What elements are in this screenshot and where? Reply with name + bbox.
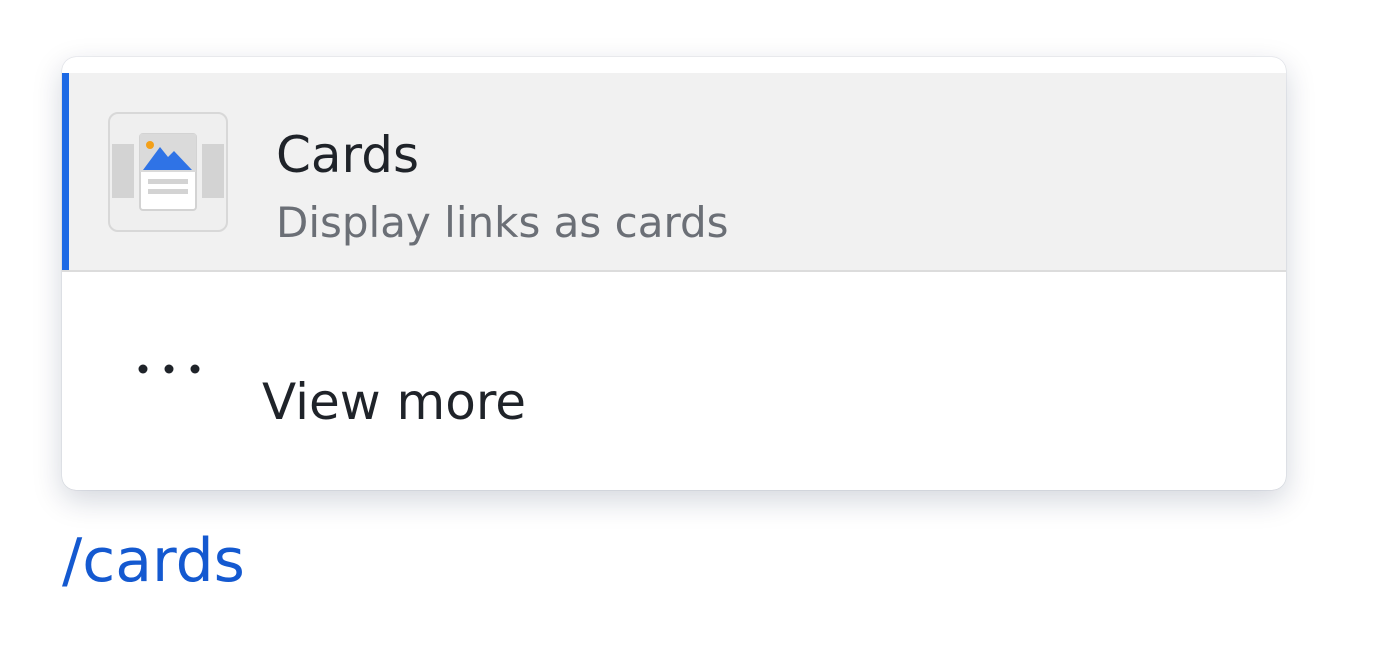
view-more-label: View more <box>262 373 527 431</box>
menu-item-title: Cards <box>276 126 420 184</box>
more-horizontal-icon <box>138 364 200 374</box>
menu-item-view-more[interactable]: View more <box>62 272 1286 490</box>
slash-command-text[interactable]: /cards <box>62 525 245 597</box>
menu-item-cards[interactable]: Cards Display links as cards <box>62 73 1286 272</box>
menu-item-description: Display links as cards <box>276 198 729 247</box>
selection-indicator <box>62 73 69 270</box>
slash-command-menu: Cards Display links as cards View more <box>62 57 1286 490</box>
cards-thumbnail-icon <box>108 112 228 232</box>
